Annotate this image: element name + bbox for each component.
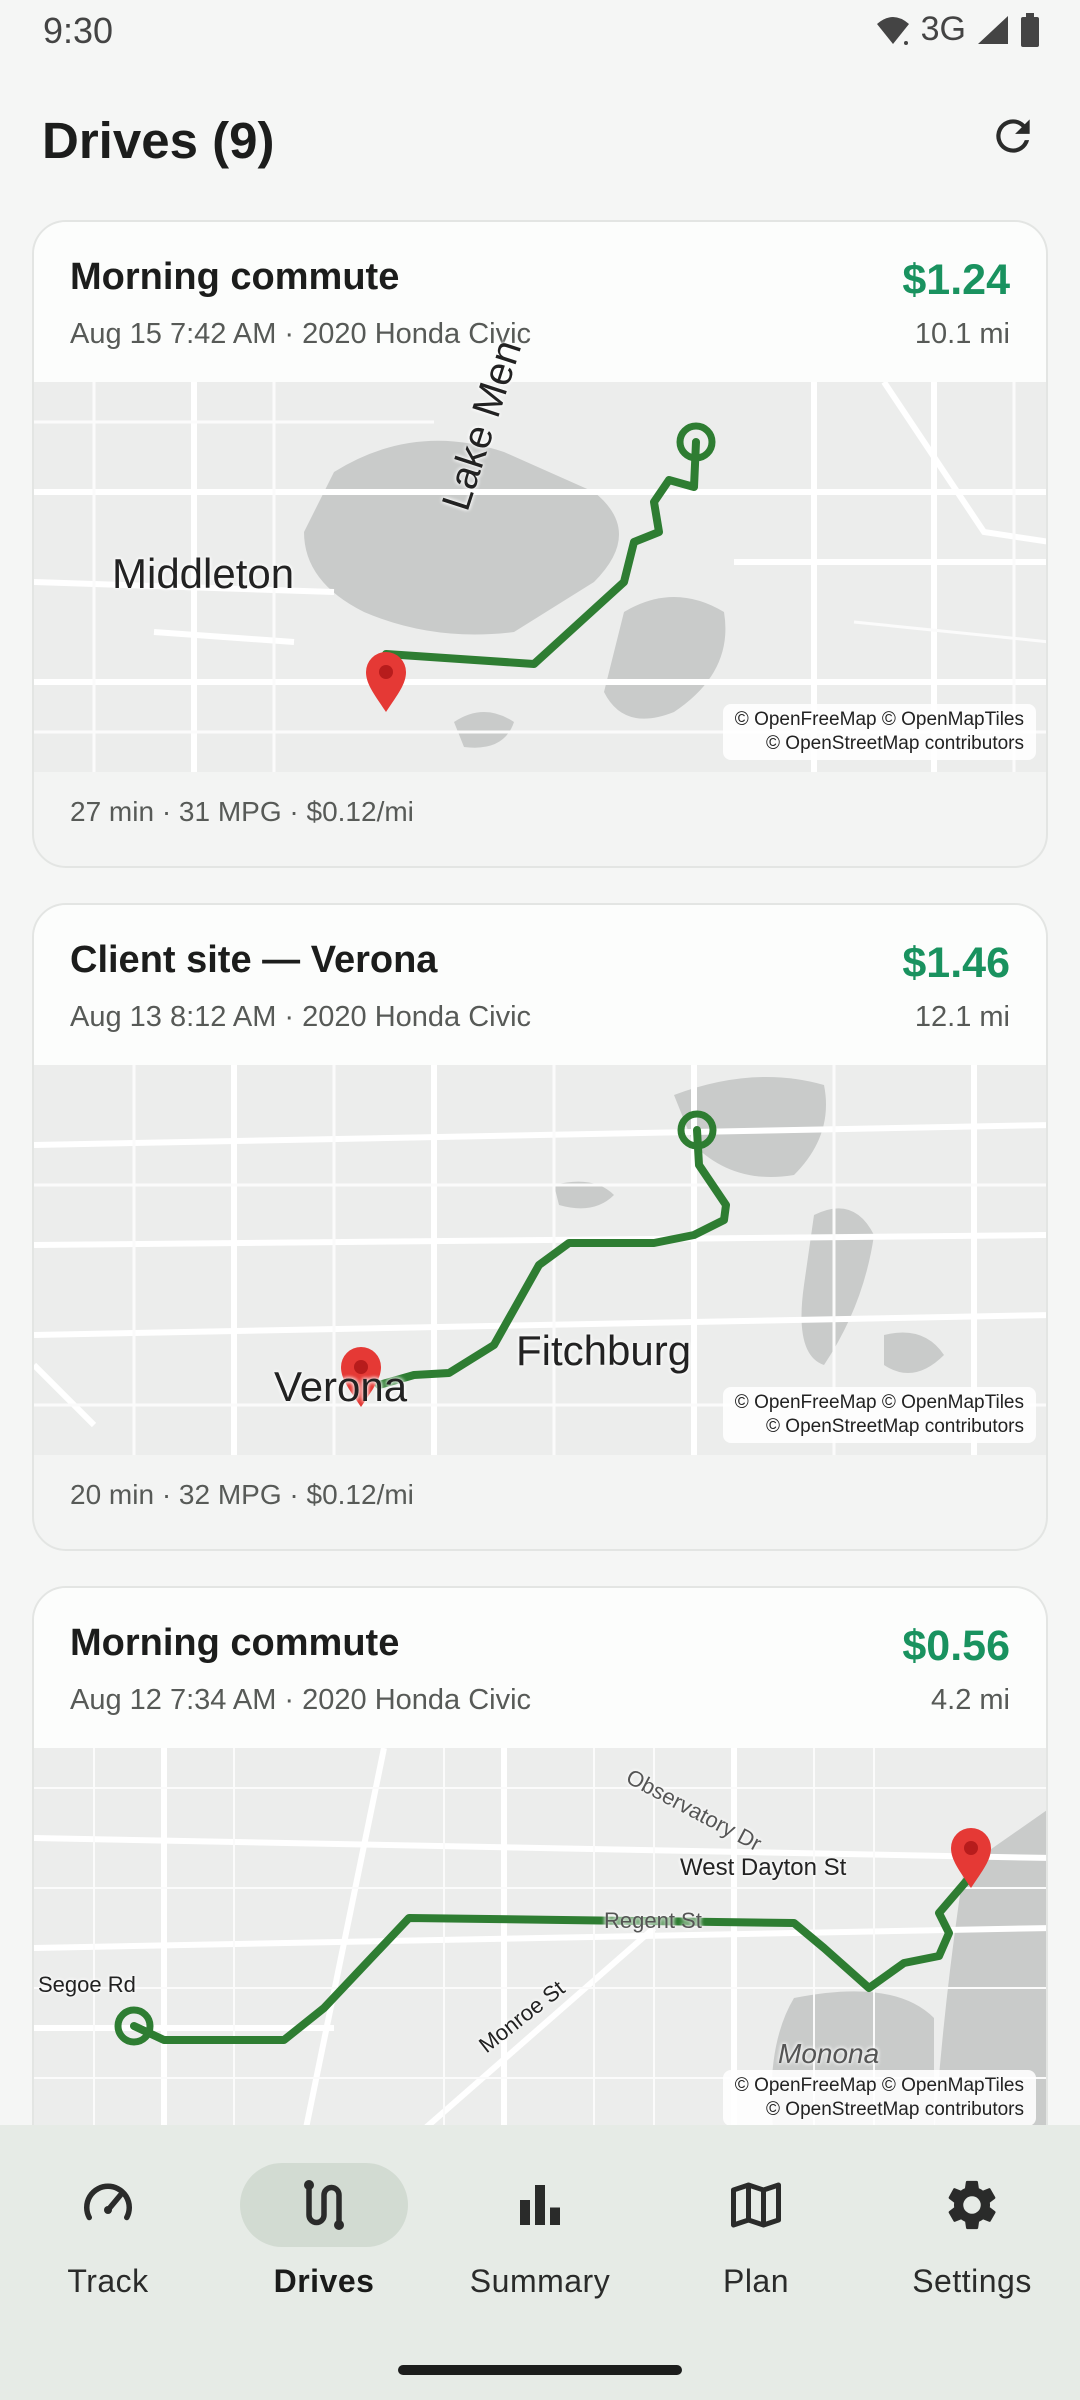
nav-label: Summary (469, 2263, 611, 2299)
route-map[interactable]: Verona Fitchburg © OpenFreeMap © OpenMap… (34, 1065, 1046, 1455)
page-title: Drives (9) (42, 112, 275, 169)
speedometer-icon (84, 2183, 132, 2221)
route-map[interactable]: Middleton Lake Men © OpenFreeMap © OpenM… (34, 335, 1046, 772)
nav-plan[interactable]: Plan (648, 2125, 864, 2345)
signal-icon (978, 15, 1008, 44)
refresh-button[interactable] (982, 105, 1044, 167)
drive-card-header: Morning commute Aug 15 7:42 AM · 2020 Ho… (34, 222, 1046, 382)
drive-title: Client site — Verona (70, 939, 438, 981)
home-indicator[interactable] (398, 2365, 682, 2375)
attribution-line: © OpenStreetMap contributors (766, 1416, 1024, 1437)
drive-title: Morning commute (70, 1622, 400, 1664)
drive-card-header: Morning commute Aug 12 7:34 AM · 2020 Ho… (34, 1588, 1046, 1748)
wifi-icon (876, 16, 909, 45)
status-bar: 9:30 3G (0, 0, 1080, 62)
attribution-line: © OpenFreeMap © OpenMapTiles (734, 1392, 1024, 1413)
app-bar: Drives (9) (0, 95, 1080, 185)
drives-list[interactable]: Morning commute Aug 15 7:42 AM · 2020 Ho… (0, 220, 1080, 2125)
attribution-line: © OpenStreetMap contributors (766, 2099, 1024, 2120)
nav-track[interactable]: Track (0, 2125, 216, 2345)
drive-cost: $1.46 (902, 939, 1010, 987)
attribution-line: © OpenStreetMap contributors (766, 733, 1024, 754)
map-label: Fitchburg (516, 1327, 692, 1374)
status-icons: 3G (875, 10, 1040, 49)
drive-cost: $1.24 (902, 256, 1010, 304)
map-canvas (34, 1748, 1046, 2125)
drive-cost: $0.56 (902, 1622, 1010, 1670)
map-label: Regent St (604, 1908, 702, 1933)
drive-card[interactable]: Client site — Verona Aug 13 8:12 AM · 20… (32, 903, 1048, 1551)
status-time: 9:30 (43, 10, 114, 51)
drive-card-header: Client site — Verona Aug 13 8:12 AM · 20… (34, 905, 1046, 1065)
drive-meta: Aug 12 7:34 AM · 2020 Honda Civic (70, 1684, 532, 1716)
route-icon (304, 2180, 344, 2230)
map-attribution[interactable]: © OpenFreeMap © OpenMapTiles © OpenStree… (722, 1387, 1036, 1443)
nav-summary[interactable]: Summary (432, 2125, 648, 2345)
nav-label: Plan (722, 2263, 790, 2299)
nav-label: Settings (912, 2263, 1032, 2299)
drive-distance: 12.1 mi (914, 1001, 1010, 1033)
battery-icon (1021, 12, 1039, 47)
drive-meta: Aug 13 8:12 AM · 2020 Honda Civic (70, 1001, 532, 1033)
map-label: West Dayton St (680, 1854, 847, 1881)
refresh-icon (996, 119, 1030, 153)
nav-label: Drives (273, 2263, 375, 2299)
drive-stats: 27 min · 31 MPG · $0.12/mi (70, 796, 414, 827)
map-attribution[interactable]: © OpenFreeMap © OpenMapTiles © OpenStree… (722, 704, 1036, 760)
drive-distance: 10.1 mi (914, 318, 1010, 350)
nav-label: Track (67, 2263, 149, 2299)
drive-stats: 20 min · 32 MPG · $0.12/mi (70, 1479, 414, 1510)
map-label: Monona (778, 2038, 880, 2069)
attribution-line: © OpenFreeMap © OpenMapTiles (734, 2075, 1024, 2096)
drive-card[interactable]: Morning commute Aug 12 7:34 AM · 2020 Ho… (32, 1586, 1048, 2125)
bar-chart-icon (520, 2185, 560, 2225)
map-label: Segoe Rd (38, 1972, 136, 1997)
map-attribution[interactable]: © OpenFreeMap © OpenMapTiles © OpenStree… (722, 2070, 1036, 2125)
drive-card[interactable]: Morning commute Aug 15 7:42 AM · 2020 Ho… (32, 220, 1048, 868)
route-map[interactable]: West Dayton St Regent St Monroe St Monon… (34, 1748, 1046, 2125)
map-label: Middleton (112, 550, 295, 597)
bottom-navigation: Track Drives Summary Plan Settings (0, 2125, 1080, 2400)
map-icon (731, 2182, 781, 2228)
map-label: Verona (274, 1363, 408, 1410)
nav-drives[interactable]: Drives (216, 2125, 432, 2345)
network-type: 3G (920, 10, 966, 48)
nav-settings[interactable]: Settings (864, 2125, 1080, 2345)
attribution-line: © OpenFreeMap © OpenMapTiles (734, 709, 1024, 730)
drive-meta: Aug 15 7:42 AM · 2020 Honda Civic (70, 318, 532, 350)
drive-title: Morning commute (70, 256, 400, 298)
gear-icon (948, 2180, 996, 2230)
drive-distance: 4.2 mi (931, 1684, 1010, 1716)
